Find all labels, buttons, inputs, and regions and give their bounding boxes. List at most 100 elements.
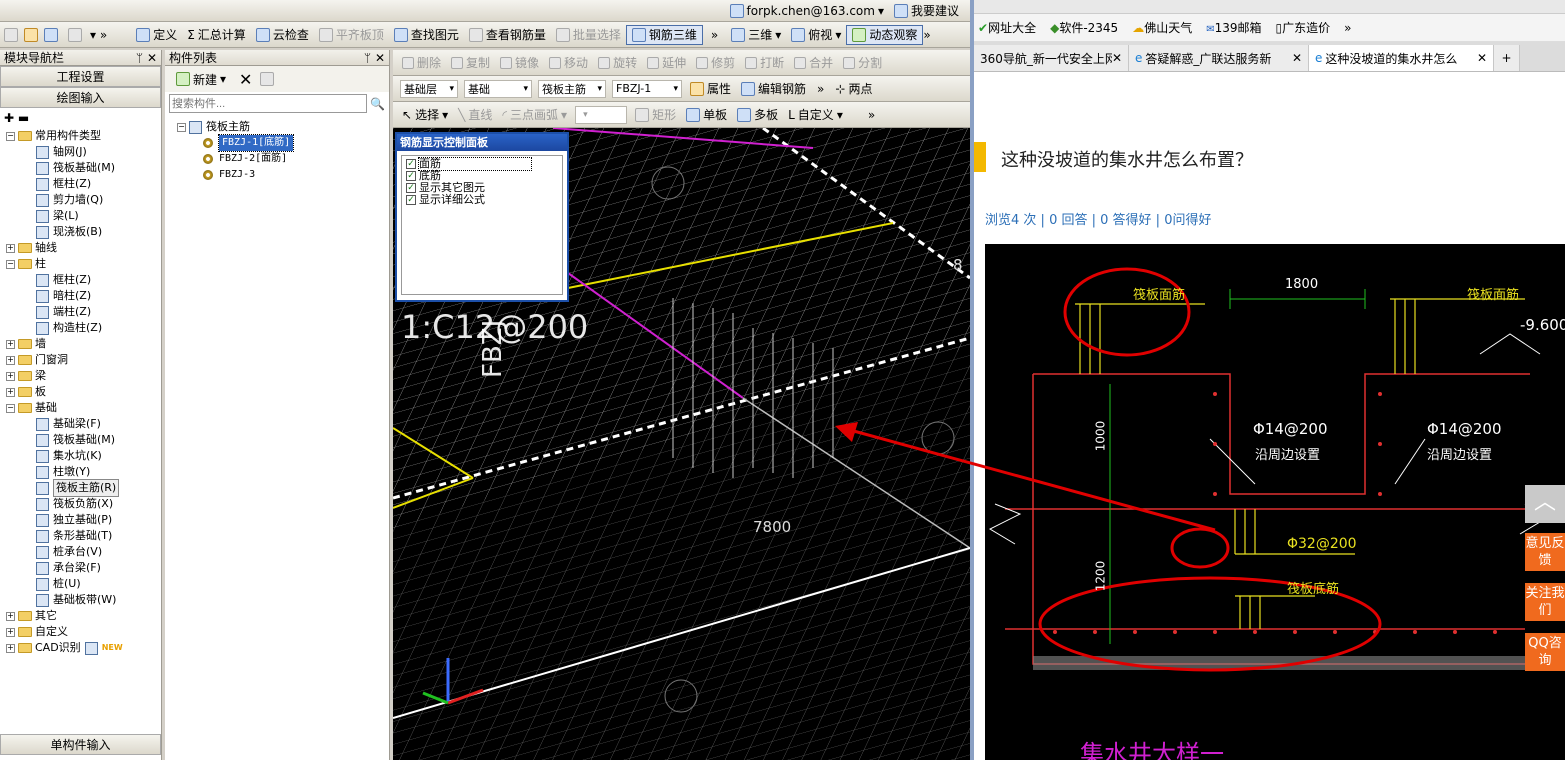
expander-icon[interactable]: +: [6, 355, 15, 365]
expander-icon[interactable]: +: [6, 243, 15, 253]
qq-consult-button[interactable]: QQ咨询: [1525, 633, 1565, 671]
pin-icon[interactable]: ᛘ: [364, 51, 371, 65]
checkbox-checked-icon[interactable]: ✓: [406, 183, 416, 193]
new-component-button[interactable]: 新建 ▾: [171, 69, 231, 89]
expander-icon[interactable]: +: [6, 371, 15, 381]
checkbox-checked-icon[interactable]: ✓: [406, 159, 416, 169]
expander-icon[interactable]: +: [6, 627, 15, 637]
component-root[interactable]: − 筏板主筋: [177, 119, 389, 135]
3d-view-button[interactable]: 三维 ▾: [726, 25, 786, 45]
select-tool-button[interactable]: ↖ 选择 ▾: [397, 105, 453, 125]
arc-mode-select[interactable]: [575, 105, 628, 124]
undo-icon[interactable]: [68, 27, 82, 42]
nav-folder[interactable]: + 墙: [6, 336, 161, 352]
level-slab-button[interactable]: 平齐板顶: [314, 25, 389, 45]
nav-folder[interactable]: + 梁: [6, 368, 161, 384]
extend-button[interactable]: 延伸: [642, 53, 691, 73]
expander-icon[interactable]: +: [6, 611, 15, 621]
batch-select-button[interactable]: 批量选择: [551, 25, 626, 45]
expander-icon[interactable]: −: [6, 131, 15, 141]
bookmark-item[interactable]: ▯广东造价: [1276, 19, 1331, 36]
component-item[interactable]: FBZJ-1[底筋]: [177, 134, 389, 152]
copy-button[interactable]: 复制: [446, 53, 495, 73]
expander-icon[interactable]: +: [6, 339, 15, 349]
cloud-check-button[interactable]: 云检查: [251, 25, 314, 45]
rotate-button[interactable]: 旋转: [593, 53, 642, 73]
checkbox-checked-icon[interactable]: ✓: [406, 195, 416, 205]
close-icon[interactable]: ✕: [375, 51, 385, 65]
component-select[interactable]: FBZJ-1: [612, 79, 682, 98]
close-icon[interactable]: ✕: [147, 51, 157, 65]
user-account[interactable]: forpk.chen@163.com ▾: [725, 1, 889, 21]
browser-tab[interactable]: e 答疑解惑_广联达服务新 ✕: [1129, 45, 1309, 71]
mirror-button[interactable]: 镜像: [495, 53, 544, 73]
split-button[interactable]: 分割: [838, 53, 887, 73]
save-icon[interactable]: [44, 27, 58, 42]
project-settings-button[interactable]: 工程设置: [0, 66, 161, 87]
close-icon[interactable]: ✕: [1112, 51, 1122, 65]
browser-tab-active[interactable]: e 这种没坡道的集水井怎么 ✕: [1309, 45, 1494, 71]
nav-item[interactable]: 轴网(J): [6, 144, 161, 160]
search-component-input[interactable]: [169, 94, 368, 113]
arc-tool-button[interactable]: ◜ 三点画弧 ▾: [497, 105, 572, 125]
component-item[interactable]: FBZJ-2[面筋]: [177, 151, 389, 167]
floor-select[interactable]: 基础层: [400, 79, 458, 98]
move-button[interactable]: 移动: [544, 53, 593, 73]
checkbox-checked-icon[interactable]: ✓: [406, 171, 416, 181]
bookmark-item[interactable]: ✔网址大全: [978, 19, 1036, 36]
browser-tab[interactable]: 360导航_新一代安全上网 ✕: [974, 45, 1129, 71]
expander-icon[interactable]: +: [6, 387, 15, 397]
scroll-top-button[interactable]: ︿: [1525, 485, 1565, 523]
expander-icon[interactable]: −: [6, 259, 15, 269]
drawing-input-button[interactable]: 绘图输入: [0, 87, 161, 108]
suggest-button[interactable]: 我要建议: [889, 1, 964, 21]
nav-folder[interactable]: + CAD识别 NEW: [6, 640, 161, 656]
nav-folder[interactable]: + 板: [6, 384, 161, 400]
nav-item[interactable]: 筏板基础(M): [6, 160, 161, 176]
nav-item[interactable]: 端柱(Z): [6, 304, 161, 320]
nav-item[interactable]: 框柱(Z): [6, 176, 161, 192]
find-element-button[interactable]: 查找图元: [389, 25, 464, 45]
expander-icon[interactable]: +: [6, 643, 15, 653]
single-slab-button[interactable]: 单板: [681, 105, 732, 125]
top-view-button[interactable]: 俯视 ▾: [786, 25, 846, 45]
search-icon[interactable]: 🔍: [370, 97, 385, 111]
cad-drawing-image[interactable]: 筏板面筋 筏板面筋 1800 -9.600 Φ14@200 沿周边设置 Φ14@…: [985, 244, 1565, 760]
nav-folder[interactable]: − 柱: [6, 256, 161, 272]
nav-item[interactable]: 构造柱(Z): [6, 320, 161, 336]
nav-item[interactable]: 筏板基础(M): [6, 432, 161, 448]
nav-item[interactable]: 基础梁(F): [6, 416, 161, 432]
define-button[interactable]: 定义: [131, 25, 182, 45]
delete-icon[interactable]: ✕: [239, 70, 252, 89]
nav-item[interactable]: 筏板主筋(R): [6, 479, 161, 497]
bookmark-item[interactable]: ◆软件-2345: [1050, 19, 1118, 36]
close-icon[interactable]: ✕: [1477, 51, 1487, 65]
edit-rebar-button[interactable]: 编辑钢筋: [736, 79, 811, 99]
copy-icon[interactable]: [260, 72, 275, 86]
nav-folder[interactable]: + 轴线: [6, 240, 161, 256]
display-option[interactable]: ✓ 显示详细公式: [406, 194, 558, 206]
collapse-all-icon[interactable]: ▬: [18, 111, 29, 125]
rebar-3d-button[interactable]: 钢筋三维: [625, 24, 703, 45]
nav-item[interactable]: 柱墩(Y): [6, 464, 161, 480]
category-select[interactable]: 基础: [464, 79, 532, 98]
nav-item[interactable]: 暗柱(Z): [6, 288, 161, 304]
nav-item[interactable]: 条形基础(T): [6, 528, 161, 544]
nav-folder[interactable]: − 常用构件类型: [6, 128, 161, 144]
address-bar-strip[interactable]: [974, 0, 1565, 14]
nav-folder[interactable]: + 门窗洞: [6, 352, 161, 368]
two-point-button[interactable]: ⊹ 两点: [830, 79, 877, 99]
nav-folder[interactable]: − 基础: [6, 400, 161, 416]
nav-item[interactable]: 集水坑(K): [6, 448, 161, 464]
nav-item[interactable]: 剪力墙(Q): [6, 192, 161, 208]
delete-button[interactable]: 删除: [397, 53, 446, 73]
nav-item[interactable]: 现浇板(B): [6, 224, 161, 240]
multi-slab-button[interactable]: 多板: [732, 105, 783, 125]
nav-folder[interactable]: + 自定义: [6, 624, 161, 640]
nav-item[interactable]: 独立基础(P): [6, 512, 161, 528]
new-file-icon[interactable]: [4, 27, 18, 42]
open-folder-icon[interactable]: [24, 27, 38, 42]
break-button[interactable]: 打断: [740, 53, 789, 73]
summary-calc-button[interactable]: Σ 汇总计算: [182, 25, 251, 45]
nav-folder[interactable]: + 其它: [6, 608, 161, 624]
